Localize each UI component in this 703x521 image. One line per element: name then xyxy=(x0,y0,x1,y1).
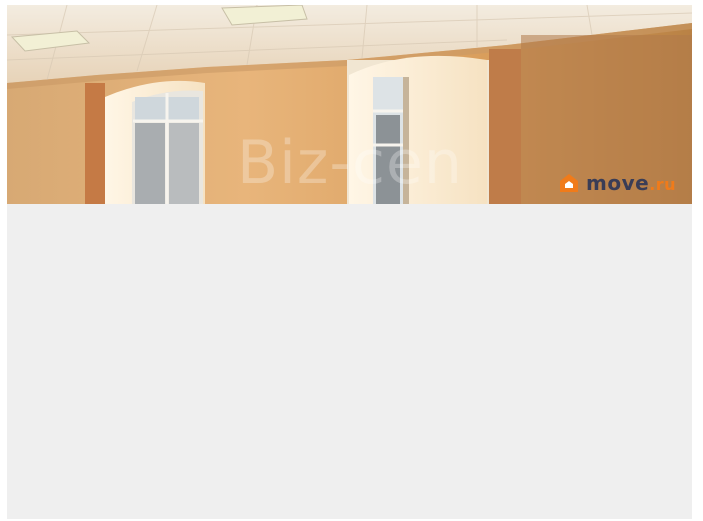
brand-name: move.ru xyxy=(586,173,676,193)
house-icon xyxy=(558,172,580,194)
brand-name-text: move xyxy=(586,171,650,195)
brand-suffix: .ru xyxy=(649,175,677,194)
listing-photo[interactable]: Biz-cen move.ru xyxy=(7,5,692,204)
photo-viewer: Biz-cen move.ru xyxy=(7,5,692,519)
brand-logo: move.ru xyxy=(558,172,676,194)
